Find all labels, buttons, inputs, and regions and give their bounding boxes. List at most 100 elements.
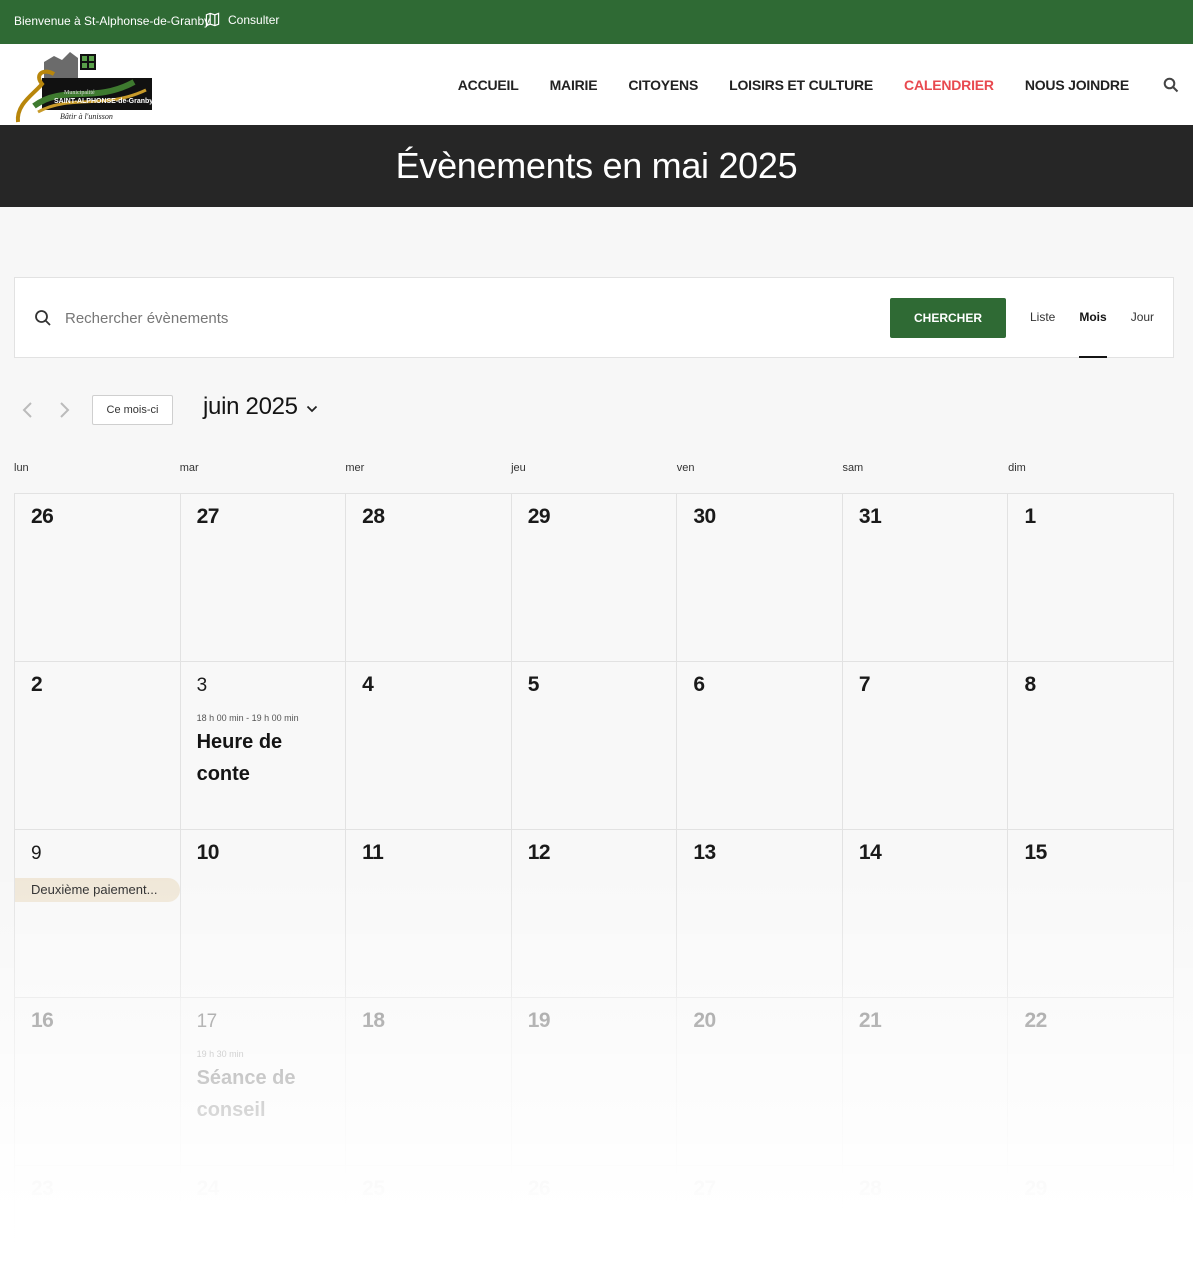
chevron-right-icon[interactable] — [58, 401, 72, 419]
weekday-label: lun — [14, 462, 29, 474]
consult-link[interactable]: Consulter — [205, 12, 279, 27]
calendar-day[interactable]: 30 — [677, 494, 843, 662]
day-number: 1 — [1024, 505, 1036, 528]
calendar-day[interactable]: 1 — [1008, 494, 1175, 662]
calendar-day[interactable]: 4 — [346, 662, 512, 830]
calendar-day[interactable]: 19 — [511, 998, 678, 1166]
day-number: 27 — [693, 1177, 716, 1200]
calendar-day[interactable]: 2 — [15, 662, 181, 830]
calendar-day[interactable]: 27 — [677, 1166, 843, 1278]
nav-item-loisirs-et-culture[interactable]: LOISIRS ET CULTURE — [729, 77, 873, 93]
search-icon[interactable] — [1163, 77, 1179, 93]
calendar-day[interactable]: 20 — [677, 998, 843, 1166]
day-number: 25 — [362, 1177, 385, 1200]
nav-item-calendrier[interactable]: CALENDRIER — [904, 77, 994, 93]
calendar-day[interactable]: 14 — [842, 830, 1009, 998]
month-picker[interactable]: juin 2025 — [203, 393, 318, 421]
calendar-day[interactable]: 28 — [346, 494, 512, 662]
page-title: Évènements en mai 2025 — [395, 145, 798, 186]
calendar-day[interactable]: 12 — [511, 830, 678, 998]
calendar-week: 2 3 18 h 00 min - 19 h 00 min Heure de c… — [15, 662, 1175, 830]
day-number: 28 — [362, 505, 385, 528]
day-number: 27 — [196, 505, 220, 528]
calendar-week: 23 24 25 26 27 28 29 — [15, 1166, 1174, 1278]
day-number: 3 — [196, 675, 208, 696]
calendar-day[interactable]: 7 — [842, 662, 1009, 830]
day-number: 23 — [31, 1177, 54, 1200]
main-nav: ACCUEIL MAIRIE CITOYENS LOISIRS ET CULTU… — [427, 44, 1179, 125]
day-number: 18 — [362, 1009, 385, 1032]
weekday-label: mer — [345, 462, 365, 474]
calendar-day[interactable]: 23 — [15, 1166, 181, 1278]
calendar-day[interactable]: 8 — [1008, 662, 1175, 830]
calendar-day[interactable]: 21 — [842, 998, 1009, 1166]
calendar-day[interactable]: 5 — [511, 662, 678, 830]
calendar-day[interactable]: 17 19 h 30 min Séance de conseil — [180, 998, 347, 1166]
calendar-day[interactable]: 31 — [842, 494, 1009, 662]
calendar-day[interactable]: 27 — [180, 494, 347, 662]
day-number: 31 — [858, 505, 882, 528]
month-navigation: Ce mois-ci juin 2025 — [14, 393, 414, 427]
day-number: 4 — [362, 673, 374, 696]
calendar-day[interactable]: 9 Deuxième paiement... — [15, 830, 181, 998]
event-title-seance-de-conseil[interactable]: Séance de conseil — [197, 1062, 337, 1126]
calendar-day[interactable]: 26 — [511, 1166, 678, 1278]
search-button[interactable]: CHERCHER — [890, 298, 1006, 338]
day-number: 15 — [1024, 841, 1047, 864]
day-number: 11 — [362, 841, 384, 864]
nav-item-citoyens[interactable]: CITOYENS — [628, 77, 698, 93]
day-number: 24 — [196, 1177, 220, 1200]
calendar-day[interactable]: 29 — [511, 494, 678, 662]
day-number: 30 — [693, 505, 716, 528]
municipality-logo[interactable]: Municipalité SAINT-ALPHONSE-de-Granby Bâ… — [14, 44, 154, 125]
view-list[interactable]: Liste — [1030, 278, 1067, 357]
chevron-down-icon — [306, 405, 317, 413]
calendar-day[interactable]: 3 18 h 00 min - 19 h 00 min Heure de con… — [180, 662, 347, 830]
event-time: 19 h 30 min — [196, 1049, 244, 1059]
calendar-day[interactable]: 26 — [15, 494, 181, 662]
nav-item-nous-joindre[interactable]: NOUS JOINDRE — [1025, 77, 1129, 93]
day-number: 21 — [858, 1009, 882, 1032]
day-number: 6 — [693, 673, 705, 696]
multiday-event-bar[interactable]: Deuxième paiement... — [15, 878, 180, 902]
calendar-grid: 26 27 28 29 30 31 1 2 3 18 h 00 min - 19… — [14, 493, 1175, 1278]
day-number: 5 — [527, 673, 540, 696]
calendar-day[interactable]: 25 — [346, 1166, 512, 1278]
weekday-label: ven — [676, 462, 695, 474]
day-number: 20 — [693, 1009, 716, 1032]
top-bar: Bienvenue à St-Alphonse-de-Granby Consul… — [0, 0, 1193, 44]
calendar-day[interactable]: 6 — [677, 662, 843, 830]
events-search-input[interactable] — [65, 302, 665, 334]
nav-item-accueil[interactable]: ACCUEIL — [458, 77, 519, 93]
day-number: 28 — [858, 1177, 882, 1200]
calendar-day[interactable]: 13 — [677, 830, 843, 998]
this-month-button[interactable]: Ce mois-ci — [92, 395, 173, 425]
calendar-day[interactable]: 24 — [180, 1166, 347, 1278]
calendar-day[interactable]: 16 — [15, 998, 181, 1166]
nav-item-mairie[interactable]: MAIRIE — [550, 77, 598, 93]
event-time: 18 h 00 min - 19 h 00 min — [196, 713, 299, 723]
calendar-day[interactable]: 11 — [346, 830, 512, 998]
calendar-day[interactable]: 28 — [842, 1166, 1009, 1278]
calendar-day[interactable]: 29 — [1008, 1166, 1174, 1278]
calendar-day[interactable]: 10 — [180, 830, 347, 998]
welcome-text: Bienvenue à St-Alphonse-de-Granby — [14, 14, 211, 28]
chevron-left-icon[interactable] — [20, 401, 34, 419]
logo-tagline: Bâtir à l'unisson — [60, 112, 113, 121]
view-month[interactable]: Mois — [1079, 278, 1118, 358]
logo-line2: SAINT-ALPHONSE-de-Granby — [54, 98, 153, 105]
events-search-bar: CHERCHER Liste Mois Jour — [14, 277, 1174, 358]
search-icon — [35, 310, 51, 326]
day-number: 8 — [1024, 673, 1036, 696]
map-icon — [205, 12, 220, 27]
day-number: 14 — [858, 841, 882, 864]
calendar-day[interactable]: 15 — [1008, 830, 1175, 998]
view-day[interactable]: Jour — [1131, 278, 1166, 357]
calendar-day[interactable]: 22 — [1008, 998, 1175, 1166]
weekday-label: sam — [842, 462, 864, 474]
calendar-day[interactable]: 18 — [346, 998, 512, 1166]
day-number: 26 — [31, 505, 54, 528]
site-header: Municipalité SAINT-ALPHONSE-de-Granby Bâ… — [0, 44, 1193, 125]
event-title-heure-de-conte[interactable]: Heure de conte — [197, 726, 337, 790]
day-number: 16 — [31, 1009, 54, 1032]
